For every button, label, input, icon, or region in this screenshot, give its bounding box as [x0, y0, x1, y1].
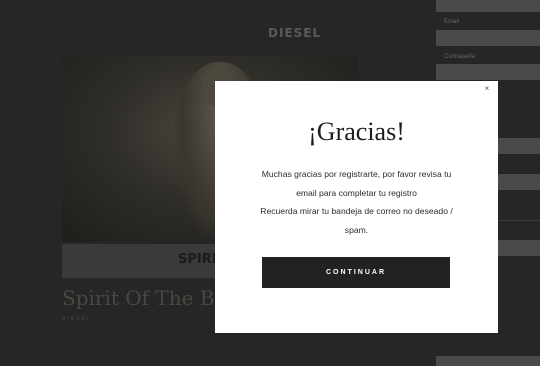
product-brand-label: DIESEL [62, 316, 92, 322]
form-field-top[interactable] [436, 0, 540, 12]
form-submit-area[interactable] [436, 356, 540, 366]
email-field[interactable] [436, 30, 540, 46]
thank-you-modal: × ¡Gracias! Muchas gracias por registrar… [215, 81, 498, 333]
close-icon[interactable]: × [482, 84, 492, 94]
brand-logo[interactable]: DIESEL [268, 26, 321, 40]
modal-message-line-3: Recuerda mirar tu bandeja de correo no d… [260, 206, 453, 216]
password-field[interactable] [436, 64, 540, 80]
continue-button[interactable]: CONTINUAR [262, 257, 450, 288]
modal-message-line-1: Muchas gracias por registrarte, por favo… [261, 169, 452, 179]
modal-message-line-2: email para completar tu registro [296, 187, 417, 198]
modal-message-line-4: spam. [344, 224, 369, 235]
modal-message: Muchas gracias por registrarte, por favo… [247, 165, 466, 239]
email-label: Email [444, 19, 460, 25]
password-label: Contraseña [444, 54, 476, 60]
modal-title: ¡Gracias! [308, 117, 405, 146]
